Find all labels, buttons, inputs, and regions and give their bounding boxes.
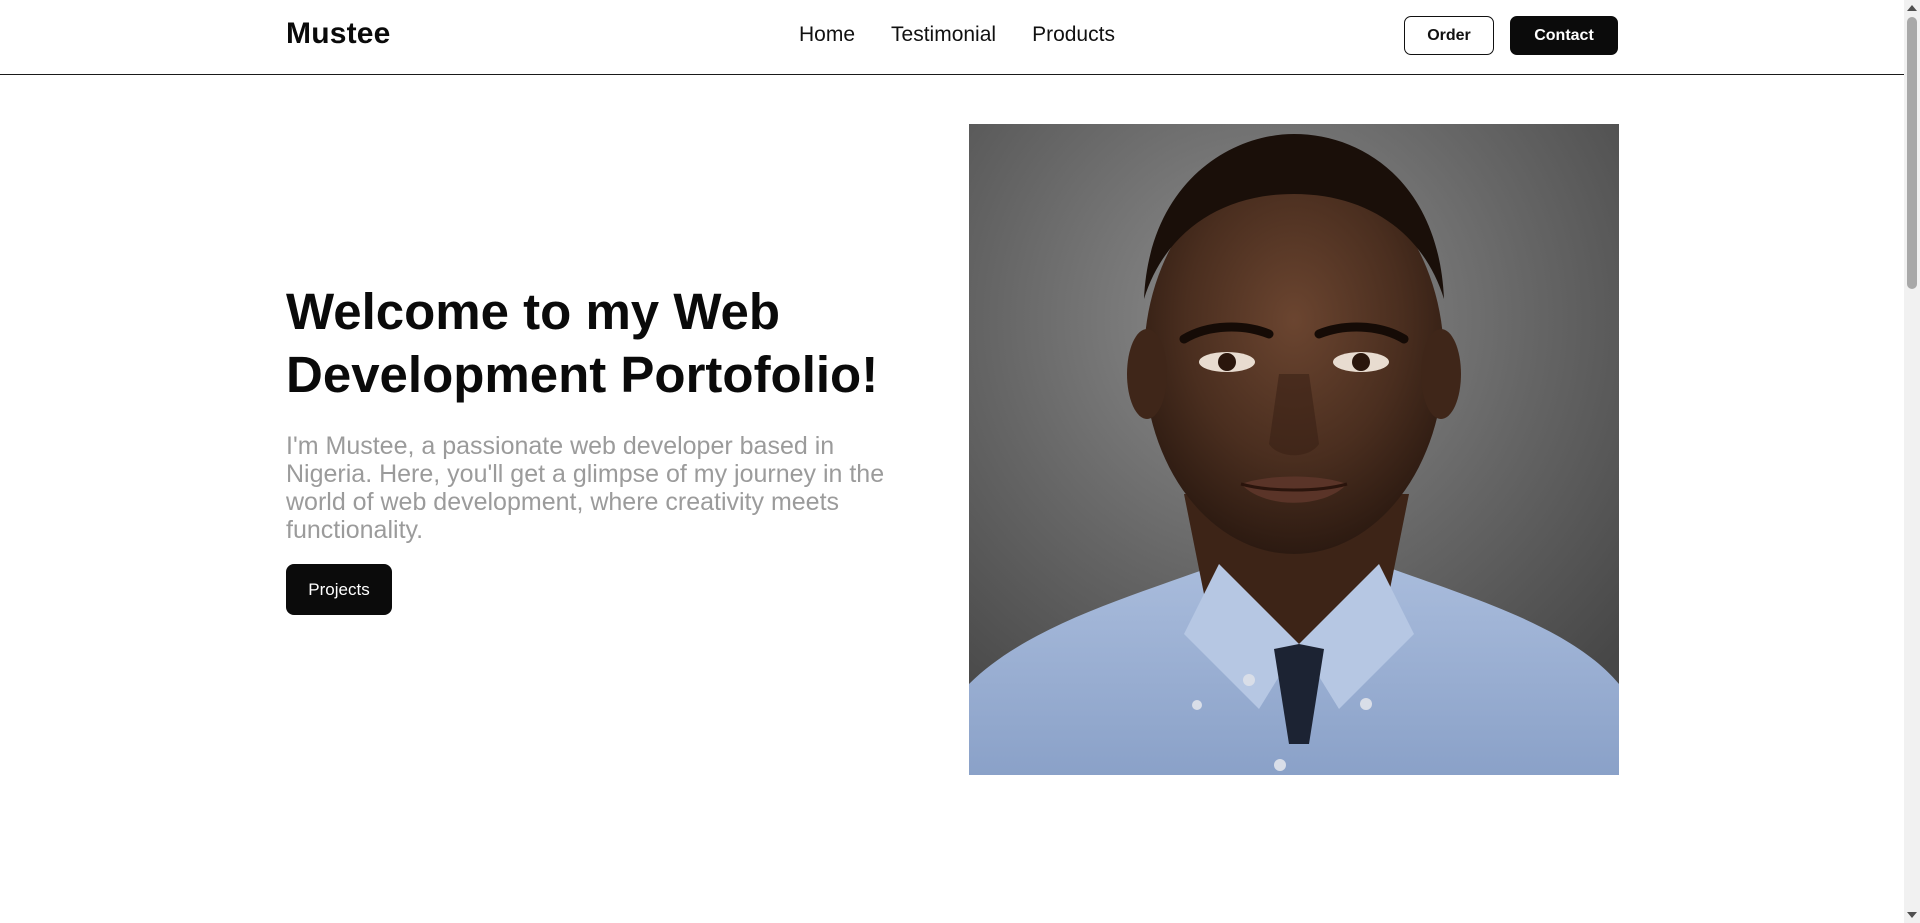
vertical-scrollbar[interactable]	[1904, 0, 1920, 923]
contact-button[interactable]: Contact	[1510, 16, 1618, 55]
order-button[interactable]: Order	[1404, 16, 1494, 55]
page: Mustee Home Testimonial Products Order C…	[0, 0, 1904, 923]
hero-title: Welcome to my Web Development Portofolio…	[286, 283, 879, 403]
projects-button[interactable]: Projects	[286, 564, 392, 615]
portrait-illustration	[969, 124, 1619, 775]
scroll-up-arrow-icon[interactable]	[1907, 5, 1917, 11]
scrollbar-thumb[interactable]	[1907, 17, 1917, 289]
nav-links: Home Testimonial Products	[799, 23, 1115, 47]
brand-logo[interactable]: Mustee	[286, 17, 391, 51]
nav-link-testimonial[interactable]: Testimonial	[891, 23, 996, 47]
nav-link-products[interactable]: Products	[1032, 23, 1115, 47]
top-nav: Mustee Home Testimonial Products Order C…	[0, 0, 1904, 75]
scroll-down-arrow-icon[interactable]	[1907, 912, 1917, 918]
hero-description: I'm Mustee, a passionate web developer b…	[286, 432, 885, 544]
portrait-image	[969, 124, 1619, 775]
nav-link-home[interactable]: Home	[799, 23, 855, 47]
nav-actions: Order Contact	[1404, 16, 1618, 55]
